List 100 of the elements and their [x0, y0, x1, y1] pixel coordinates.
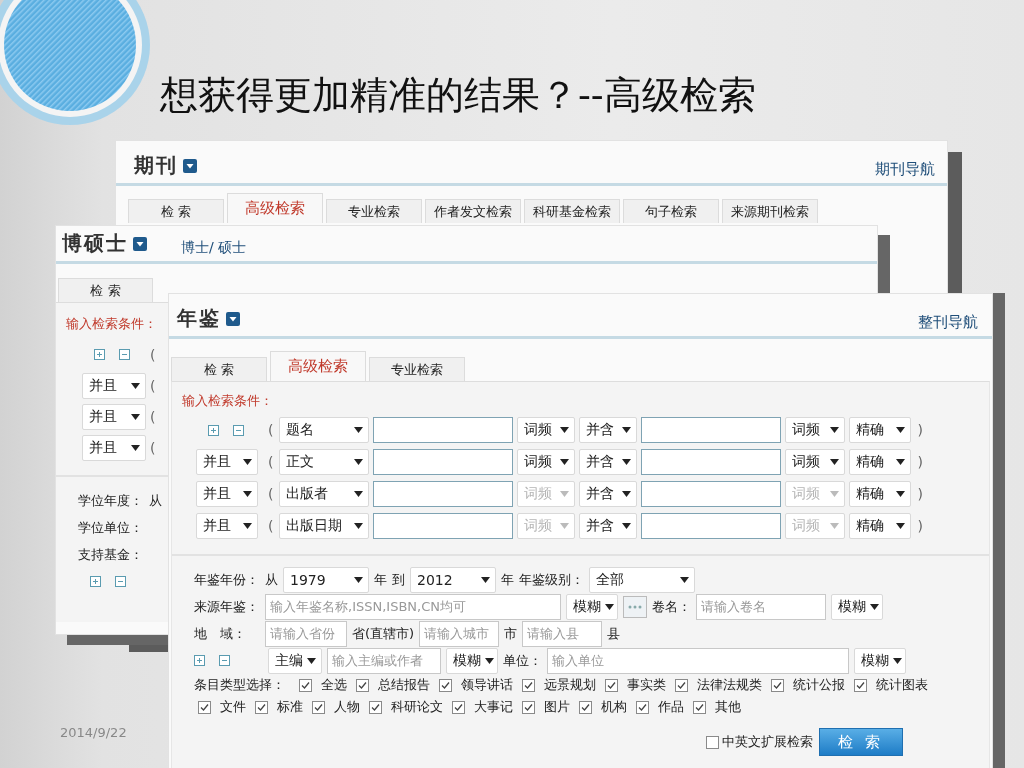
dropdown[interactable]: 2012 [410, 566, 496, 593]
checkbox[interactable] [579, 700, 592, 714]
dropdown[interactable]: 模糊 [854, 647, 906, 674]
plus-icon[interactable] [194, 655, 205, 666]
dropdown[interactable]: 出版者 [279, 481, 370, 507]
minus-icon[interactable] [219, 655, 230, 666]
checkbox[interactable] [452, 700, 465, 714]
dropdown[interactable]: 1979 [283, 566, 369, 593]
tab[interactable]: 检 索 [58, 278, 153, 302]
caret-icon [354, 576, 363, 583]
dropdown-icon[interactable] [183, 158, 197, 173]
dropdown[interactable]: 并且 [82, 372, 146, 399]
dropdown[interactable]: 题名 [279, 417, 370, 443]
tab[interactable]: 专业检索 [369, 357, 465, 381]
dropdown[interactable]: 并含 [579, 417, 638, 443]
checkbox[interactable] [439, 678, 452, 692]
input-field[interactable] [641, 417, 782, 443]
dropdown[interactable]: 并且 [196, 513, 258, 539]
checkbox[interactable] [706, 735, 719, 749]
caret-icon [485, 657, 494, 664]
tab[interactable]: 检 索 [128, 199, 224, 223]
checkbox[interactable] [299, 678, 312, 692]
checkbox-label: 作品 [658, 698, 684, 716]
dropdown[interactable]: 模糊 [566, 593, 618, 620]
checkbox[interactable] [693, 700, 706, 714]
dropdown[interactable]: 并且 [82, 403, 146, 430]
input-field[interactable] [373, 481, 514, 507]
dropdown[interactable]: 出版日期 [279, 513, 370, 539]
checkbox[interactable] [369, 700, 382, 714]
dropdown[interactable]: 精确 [849, 513, 912, 539]
checkbox[interactable] [636, 700, 649, 714]
checkbox[interactable] [771, 678, 784, 692]
paren-text: ( [149, 346, 157, 363]
dropdown[interactable]: 并含 [579, 481, 638, 507]
tab[interactable]: 高级检索 [270, 351, 366, 381]
tab[interactable]: 检 索 [171, 357, 267, 381]
input-field[interactable]: 请输入省份 [265, 620, 347, 647]
checkbox[interactable] [522, 678, 535, 692]
category-link[interactable]: 博士/ 硕士 [181, 239, 247, 257]
caret-icon [896, 459, 906, 465]
checkbox-label: 远景规划 [544, 676, 596, 694]
caret-icon [560, 491, 570, 497]
nav-link[interactable]: 整刊导航 [918, 313, 978, 332]
checkbox[interactable] [312, 700, 325, 714]
dropdown[interactable]: 全部 [589, 566, 695, 593]
dropdown[interactable]: 模糊 [831, 593, 883, 620]
tab[interactable]: 高级检索 [227, 193, 323, 223]
dropdown[interactable]: 并含 [579, 449, 638, 475]
checkbox-label: 中英文扩展检索 [722, 733, 813, 751]
dropdown[interactable]: 并含 [579, 513, 638, 539]
dropdown[interactable]: 并且 [196, 449, 258, 475]
dropdown[interactable]: 并且 [82, 434, 146, 461]
checkbox[interactable] [605, 678, 618, 692]
input-field[interactable]: 请输入卷名 [696, 593, 826, 620]
dropdown[interactable]: 正文 [279, 449, 370, 475]
dropdown[interactable]: 模糊 [446, 647, 498, 674]
input-field[interactable] [641, 449, 782, 475]
plus-icon[interactable] [90, 576, 101, 587]
dropdown[interactable]: 精确 [849, 481, 912, 507]
nav-link[interactable]: 期刊导航 [875, 160, 935, 179]
dropdown-icon[interactable] [133, 236, 147, 251]
input-field[interactable] [373, 417, 514, 443]
input-field[interactable]: 输入主编或作者 [327, 647, 441, 674]
checkbox[interactable] [356, 678, 369, 692]
plus-icon[interactable] [208, 424, 219, 436]
input-field[interactable] [373, 513, 514, 539]
input-field[interactable] [373, 449, 514, 475]
input-field[interactable] [641, 513, 782, 539]
minus-icon[interactable] [233, 424, 244, 436]
input-field[interactable]: 请输入县 [522, 620, 603, 647]
plus-icon[interactable] [94, 349, 105, 360]
input-field[interactable]: 输入年鉴名称,ISSN,ISBN,CN均可 [265, 593, 561, 620]
dropdown[interactable]: 主编 [268, 647, 322, 674]
checkbox[interactable] [854, 678, 867, 692]
input-field[interactable]: 输入单位 [547, 647, 849, 674]
caret-icon [896, 523, 906, 529]
dropdown[interactable]: 词频 [785, 449, 846, 475]
tab[interactable]: 来源期刊检索 [722, 199, 818, 223]
checkbox-label: 全选 [321, 676, 347, 694]
checkbox[interactable] [198, 700, 211, 714]
checkbox-label: 事实类 [627, 676, 666, 694]
dropdown[interactable]: 词频 [517, 449, 576, 475]
dropdown[interactable]: 词频 [517, 417, 576, 443]
tab[interactable]: 句子检索 [623, 199, 719, 223]
checkbox[interactable] [255, 700, 268, 714]
checkbox[interactable] [522, 700, 535, 714]
dropdown[interactable]: 精确 [849, 449, 912, 475]
input-field[interactable] [641, 481, 782, 507]
caret-icon [830, 427, 840, 433]
minus-icon[interactable] [119, 349, 130, 360]
dropdown[interactable]: 词频 [785, 417, 846, 443]
dropdown[interactable]: 并且 [196, 481, 258, 507]
tab[interactable]: 专业检索 [326, 199, 422, 223]
input-field[interactable]: 请输入城市 [419, 620, 500, 647]
tab[interactable]: 科研基金检索 [524, 199, 620, 223]
minus-icon[interactable] [115, 576, 126, 587]
dropdown[interactable]: 精确 [849, 417, 912, 443]
tab[interactable]: 作者发文检索 [425, 199, 521, 223]
dropdown-icon[interactable] [226, 311, 240, 326]
checkbox[interactable] [675, 678, 688, 692]
